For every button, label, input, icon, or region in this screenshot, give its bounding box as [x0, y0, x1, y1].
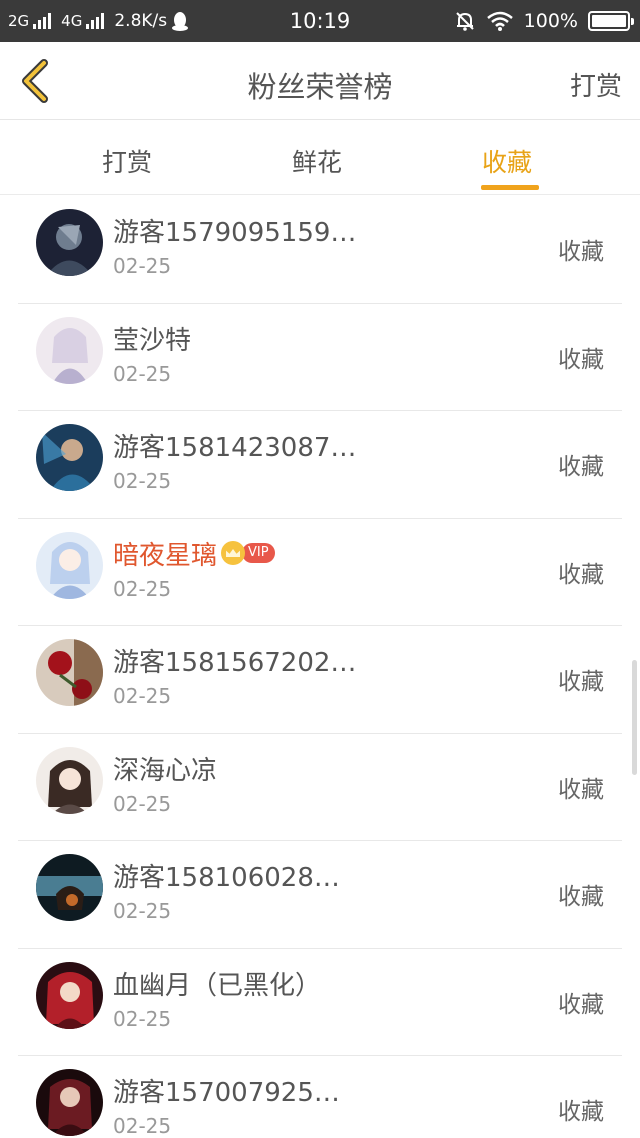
- avatar: [36, 531, 103, 599]
- fan-list[interactable]: 游客1579095159… 02-25 收藏 莹沙特 02-25 收藏 游客15…: [0, 196, 640, 1138]
- avatar: [36, 209, 103, 276]
- fan-name: 深海心凉: [113, 755, 218, 786]
- avatar: [36, 1069, 103, 1136]
- active-tab-indicator: [481, 185, 539, 190]
- fan-date: 02-25: [113, 1114, 172, 1138]
- fan-name: 游客157007925…: [113, 1078, 340, 1108]
- avatar: [36, 316, 103, 384]
- fan-action-label: 收藏: [558, 561, 604, 588]
- fan-date: 02-25: [113, 254, 172, 278]
- fan-action-label: 收藏: [558, 884, 604, 910]
- list-item[interactable]: 深海心凉 02-25 收藏: [0, 734, 640, 842]
- status-right: 100%: [454, 0, 634, 42]
- back-button[interactable]: [14, 56, 64, 106]
- list-item[interactable]: 游客1581567202… 02-25 收藏: [0, 626, 640, 734]
- fan-name-text: 暗夜星璃: [113, 540, 218, 571]
- chevron-left-icon: [22, 59, 48, 103]
- list-item[interactable]: 游客157007925… 02-25 收藏: [0, 1056, 640, 1138]
- avatar: [36, 746, 103, 814]
- avatar: [36, 854, 103, 921]
- fan-name: 游客158106028…: [113, 863, 340, 893]
- fan-date: 02-25: [113, 361, 172, 386]
- fan-date: 02-25: [113, 576, 172, 601]
- battery-icon: [588, 11, 634, 31]
- fan-date: 02-25: [113, 899, 172, 923]
- vip-badge: VIP: [242, 543, 275, 563]
- tab-favorites[interactable]: 收藏: [482, 143, 532, 179]
- fan-action-label: 收藏: [558, 991, 604, 1018]
- list-item[interactable]: 暗夜星璃 VIP 02-25 收藏: [0, 519, 640, 627]
- fan-name: 游客1581567202…: [113, 648, 357, 678]
- avatar: [36, 639, 103, 706]
- list-item[interactable]: 游客158106028… 02-25 收藏: [0, 841, 640, 949]
- fan-date: 02-25: [113, 1006, 172, 1031]
- battery-percent: 100%: [523, 10, 578, 32]
- crown-icon: [221, 541, 246, 565]
- fan-action-label: 收藏: [558, 1099, 604, 1125]
- fan-name: 游客1581423087…: [113, 433, 357, 463]
- fan-name: 莹沙特: [113, 325, 192, 356]
- fan-name: 暗夜星璃 VIP: [113, 535, 275, 572]
- fan-name: 血幽月（已黑化）: [113, 970, 322, 1001]
- fan-action-label: 收藏: [558, 454, 604, 480]
- fan-date: 02-25: [113, 684, 172, 708]
- tip-button[interactable]: 打赏: [570, 66, 622, 103]
- avatar: [36, 961, 103, 1029]
- list-item[interactable]: 莹沙特 02-25 收藏: [0, 304, 640, 412]
- fan-action-label: 收藏: [558, 346, 604, 373]
- wifi-icon: [486, 11, 513, 31]
- fan-date: 02-25: [113, 469, 172, 493]
- avatar: [36, 424, 103, 491]
- fan-action-label: 收藏: [558, 239, 604, 265]
- list-item[interactable]: 游客1579095159… 02-25 收藏: [0, 196, 640, 304]
- fan-name: 游客1579095159…: [113, 218, 357, 248]
- status-bar: 2G 4G 2.8K/s 10:19 100%: [0, 0, 640, 42]
- scrollbar[interactable]: [632, 660, 637, 775]
- mute-bell-icon: [455, 12, 474, 31]
- page-title: 粉丝荣誉榜: [247, 70, 393, 104]
- fan-action-label: 收藏: [558, 776, 604, 803]
- list-item[interactable]: 游客1581423087… 02-25 收藏: [0, 411, 640, 519]
- fan-action-label: 收藏: [558, 669, 604, 695]
- nav-header: 粉丝荣誉榜 打赏: [0, 42, 640, 120]
- tab-tip[interactable]: 打赏: [102, 143, 152, 179]
- list-item[interactable]: 血幽月（已黑化） 02-25 收藏: [0, 949, 640, 1057]
- tab-bar: 打赏 鲜花 收藏: [0, 121, 640, 195]
- fan-date: 02-25: [113, 791, 172, 816]
- tab-flowers[interactable]: 鲜花: [292, 143, 342, 179]
